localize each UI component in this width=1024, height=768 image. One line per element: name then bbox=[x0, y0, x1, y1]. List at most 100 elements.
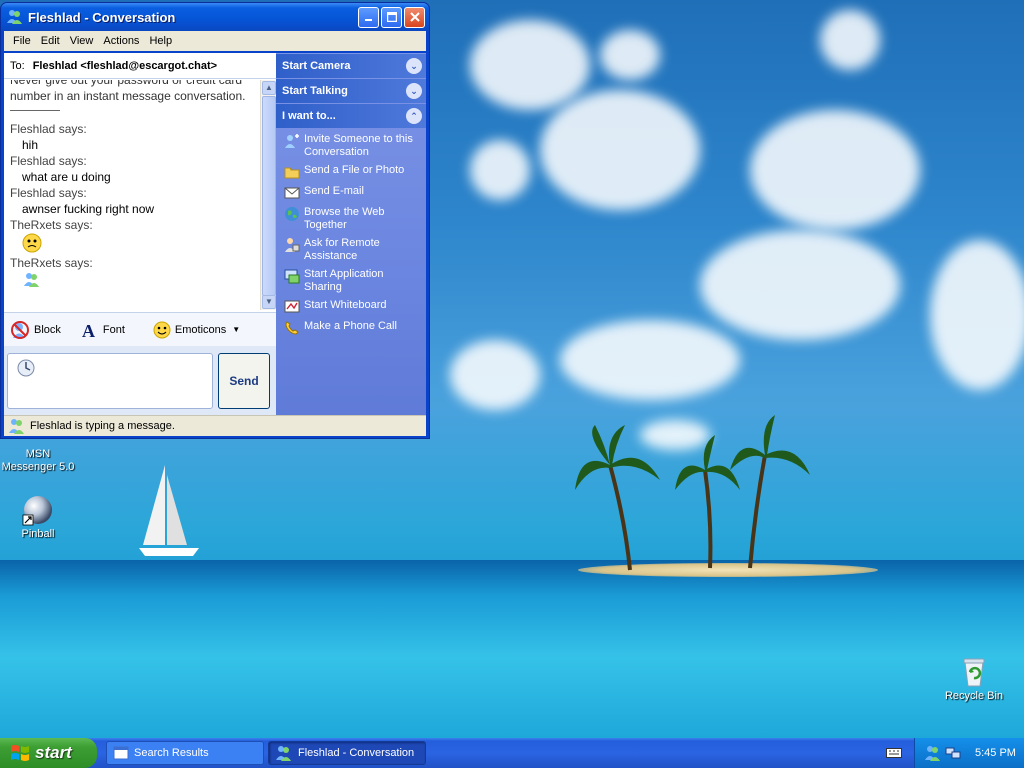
history-scrollbar[interactable]: ▲ ▼ bbox=[260, 80, 276, 310]
emoticons-button[interactable]: Emoticons ▼ bbox=[153, 321, 240, 339]
divider bbox=[10, 110, 60, 111]
activities-sidebar: Start Camera ⌄ Start Talking ⌄ I want to… bbox=[276, 53, 426, 415]
scroll-down-button[interactable]: ▼ bbox=[262, 295, 276, 309]
scroll-thumb[interactable] bbox=[262, 96, 276, 296]
whiteboard-icon bbox=[284, 300, 300, 313]
taskbar: start Search Results Fleshlad - Conversa… bbox=[0, 738, 1024, 768]
desktop-icon-label: MSN Messenger 5.0 bbox=[1, 448, 75, 473]
action-whiteboard[interactable]: Start Whiteboard bbox=[276, 296, 426, 317]
phone-icon bbox=[285, 321, 299, 335]
msn-buddy-icon bbox=[9, 419, 24, 434]
action-invite[interactable]: Invite Someone to this Conversation bbox=[276, 130, 426, 161]
action-app-sharing[interactable]: Start Application Sharing bbox=[276, 265, 426, 296]
to-contact[interactable]: Fleshlad <fleshlad@escargot.chat> bbox=[33, 60, 217, 72]
message-sender: TheRxets says: bbox=[10, 256, 93, 270]
font-button[interactable]: A Font bbox=[81, 321, 125, 339]
confused-smiley-icon bbox=[22, 233, 42, 253]
font-icon: A bbox=[82, 321, 95, 339]
window-client: To: Fleshlad <fleshlad@escargot.chat> Ne… bbox=[4, 53, 426, 436]
start-label: start bbox=[35, 743, 72, 762]
task-label: Fleshlad - Conversation bbox=[298, 747, 415, 759]
task-label: Search Results bbox=[134, 747, 209, 759]
windows-logo-icon bbox=[11, 745, 29, 761]
security-warning-text: Never give out your password or credit c… bbox=[10, 80, 246, 103]
chevron-down-icon: ⌄ bbox=[406, 83, 422, 99]
to-label: To: bbox=[10, 59, 25, 72]
recycle-bin-icon bbox=[963, 658, 985, 687]
start-button[interactable]: start bbox=[0, 738, 97, 768]
message-emoticon bbox=[10, 271, 254, 293]
action-label: Browse the Web Together bbox=[304, 206, 385, 231]
taskbar-item-conversation[interactable]: Fleshlad - Conversation bbox=[268, 741, 426, 765]
palm-trees bbox=[575, 415, 810, 571]
send-button[interactable]: Send bbox=[218, 353, 270, 409]
i-want-to-header[interactable]: I want to... ⌃ bbox=[276, 104, 426, 128]
menu-bar: File Edit View Actions Help bbox=[4, 31, 426, 51]
message-emoticon bbox=[10, 233, 254, 255]
menu-actions[interactable]: Actions bbox=[98, 35, 144, 47]
font-label: Font bbox=[102, 323, 125, 336]
invite-icon bbox=[285, 134, 299, 148]
sea bbox=[0, 560, 1024, 738]
desktop-icon-label: Pinball bbox=[21, 528, 55, 540]
block-button[interactable]: Block bbox=[10, 320, 61, 340]
svg-text:A: A bbox=[82, 321, 95, 339]
title-bar[interactable]: Fleshlad - Conversation bbox=[1, 3, 429, 31]
menu-edit[interactable]: Edit bbox=[36, 35, 65, 47]
keyboard-icon[interactable] bbox=[886, 746, 902, 760]
actions-list: Invite Someone to this Conversation Send… bbox=[276, 128, 426, 338]
action-label: Invite Someone to this Conversation bbox=[304, 133, 413, 158]
start-talking-button[interactable]: Start Talking ⌄ bbox=[276, 79, 426, 103]
message-sender: Fleshlad says: bbox=[10, 186, 87, 200]
msn-buddy-icon bbox=[24, 273, 39, 287]
action-label: Start Whiteboard bbox=[304, 299, 387, 311]
message-history[interactable]: Never give out your password or credit c… bbox=[4, 80, 260, 310]
action-label: Send E-mail bbox=[304, 185, 364, 197]
sailboat bbox=[139, 465, 199, 556]
start-talking-label: Start Talking bbox=[282, 85, 348, 97]
message-sender: Fleshlad says: bbox=[10, 122, 87, 136]
scroll-up-button[interactable]: ▲ bbox=[262, 81, 276, 95]
action-send-email[interactable]: Send E-mail bbox=[276, 182, 426, 203]
desktop-icon-pinball[interactable]: Pinball bbox=[0, 494, 76, 541]
close-icon bbox=[409, 12, 420, 22]
system-tray: 5:45 PM bbox=[914, 738, 1024, 768]
menu-help[interactable]: Help bbox=[144, 35, 177, 47]
envelope-icon bbox=[284, 187, 300, 199]
message-sender: TheRxets says: bbox=[10, 218, 93, 232]
msn-buddy-icon bbox=[7, 10, 22, 24]
typing-indicator-icon bbox=[17, 359, 35, 377]
start-camera-label: Start Camera bbox=[282, 60, 351, 72]
action-remote-assistance[interactable]: Ask for Remote Assistance bbox=[276, 234, 426, 265]
clock[interactable]: 5:45 PM bbox=[975, 747, 1016, 759]
menu-file[interactable]: File bbox=[8, 35, 36, 47]
action-browse-web[interactable]: Browse the Web Together bbox=[276, 203, 426, 234]
maximize-button[interactable] bbox=[381, 6, 402, 28]
action-send-file[interactable]: Send a File or Photo bbox=[276, 161, 426, 182]
chevron-down-icon: ⌄ bbox=[406, 58, 422, 74]
minimize-button[interactable] bbox=[358, 6, 379, 28]
app-sharing-icon bbox=[284, 269, 300, 284]
message-text: what are u doing bbox=[22, 170, 111, 184]
message-input[interactable] bbox=[7, 353, 213, 409]
start-camera-button[interactable]: Start Camera ⌄ bbox=[276, 54, 426, 78]
close-button[interactable] bbox=[404, 6, 425, 28]
format-toolbar: Block A Font Emoticons ▼ bbox=[4, 312, 276, 346]
menu-view[interactable]: View bbox=[65, 35, 99, 47]
taskbar-item-search-results[interactable]: Search Results bbox=[106, 741, 264, 765]
msn-tray-icon[interactable] bbox=[925, 745, 941, 761]
msn-buddy-icon bbox=[276, 746, 291, 761]
action-label: Send a File or Photo bbox=[304, 164, 405, 176]
compose-area: Send bbox=[4, 346, 276, 415]
action-label: Make a Phone Call bbox=[304, 320, 397, 332]
action-phone-call[interactable]: Make a Phone Call bbox=[276, 317, 426, 338]
conversation-window: Fleshlad - Conversation File Edit View A… bbox=[0, 2, 430, 439]
desktop-icon-recycle-bin[interactable]: Recycle Bin bbox=[936, 656, 1012, 703]
pinball-icon bbox=[22, 496, 52, 526]
remote-assistance-icon bbox=[285, 238, 300, 252]
network-icon[interactable] bbox=[945, 745, 961, 761]
block-label: Block bbox=[34, 323, 61, 336]
message-text: awnser fucking right now bbox=[22, 202, 155, 216]
maximize-icon bbox=[386, 12, 397, 22]
minimize-icon bbox=[364, 19, 372, 21]
